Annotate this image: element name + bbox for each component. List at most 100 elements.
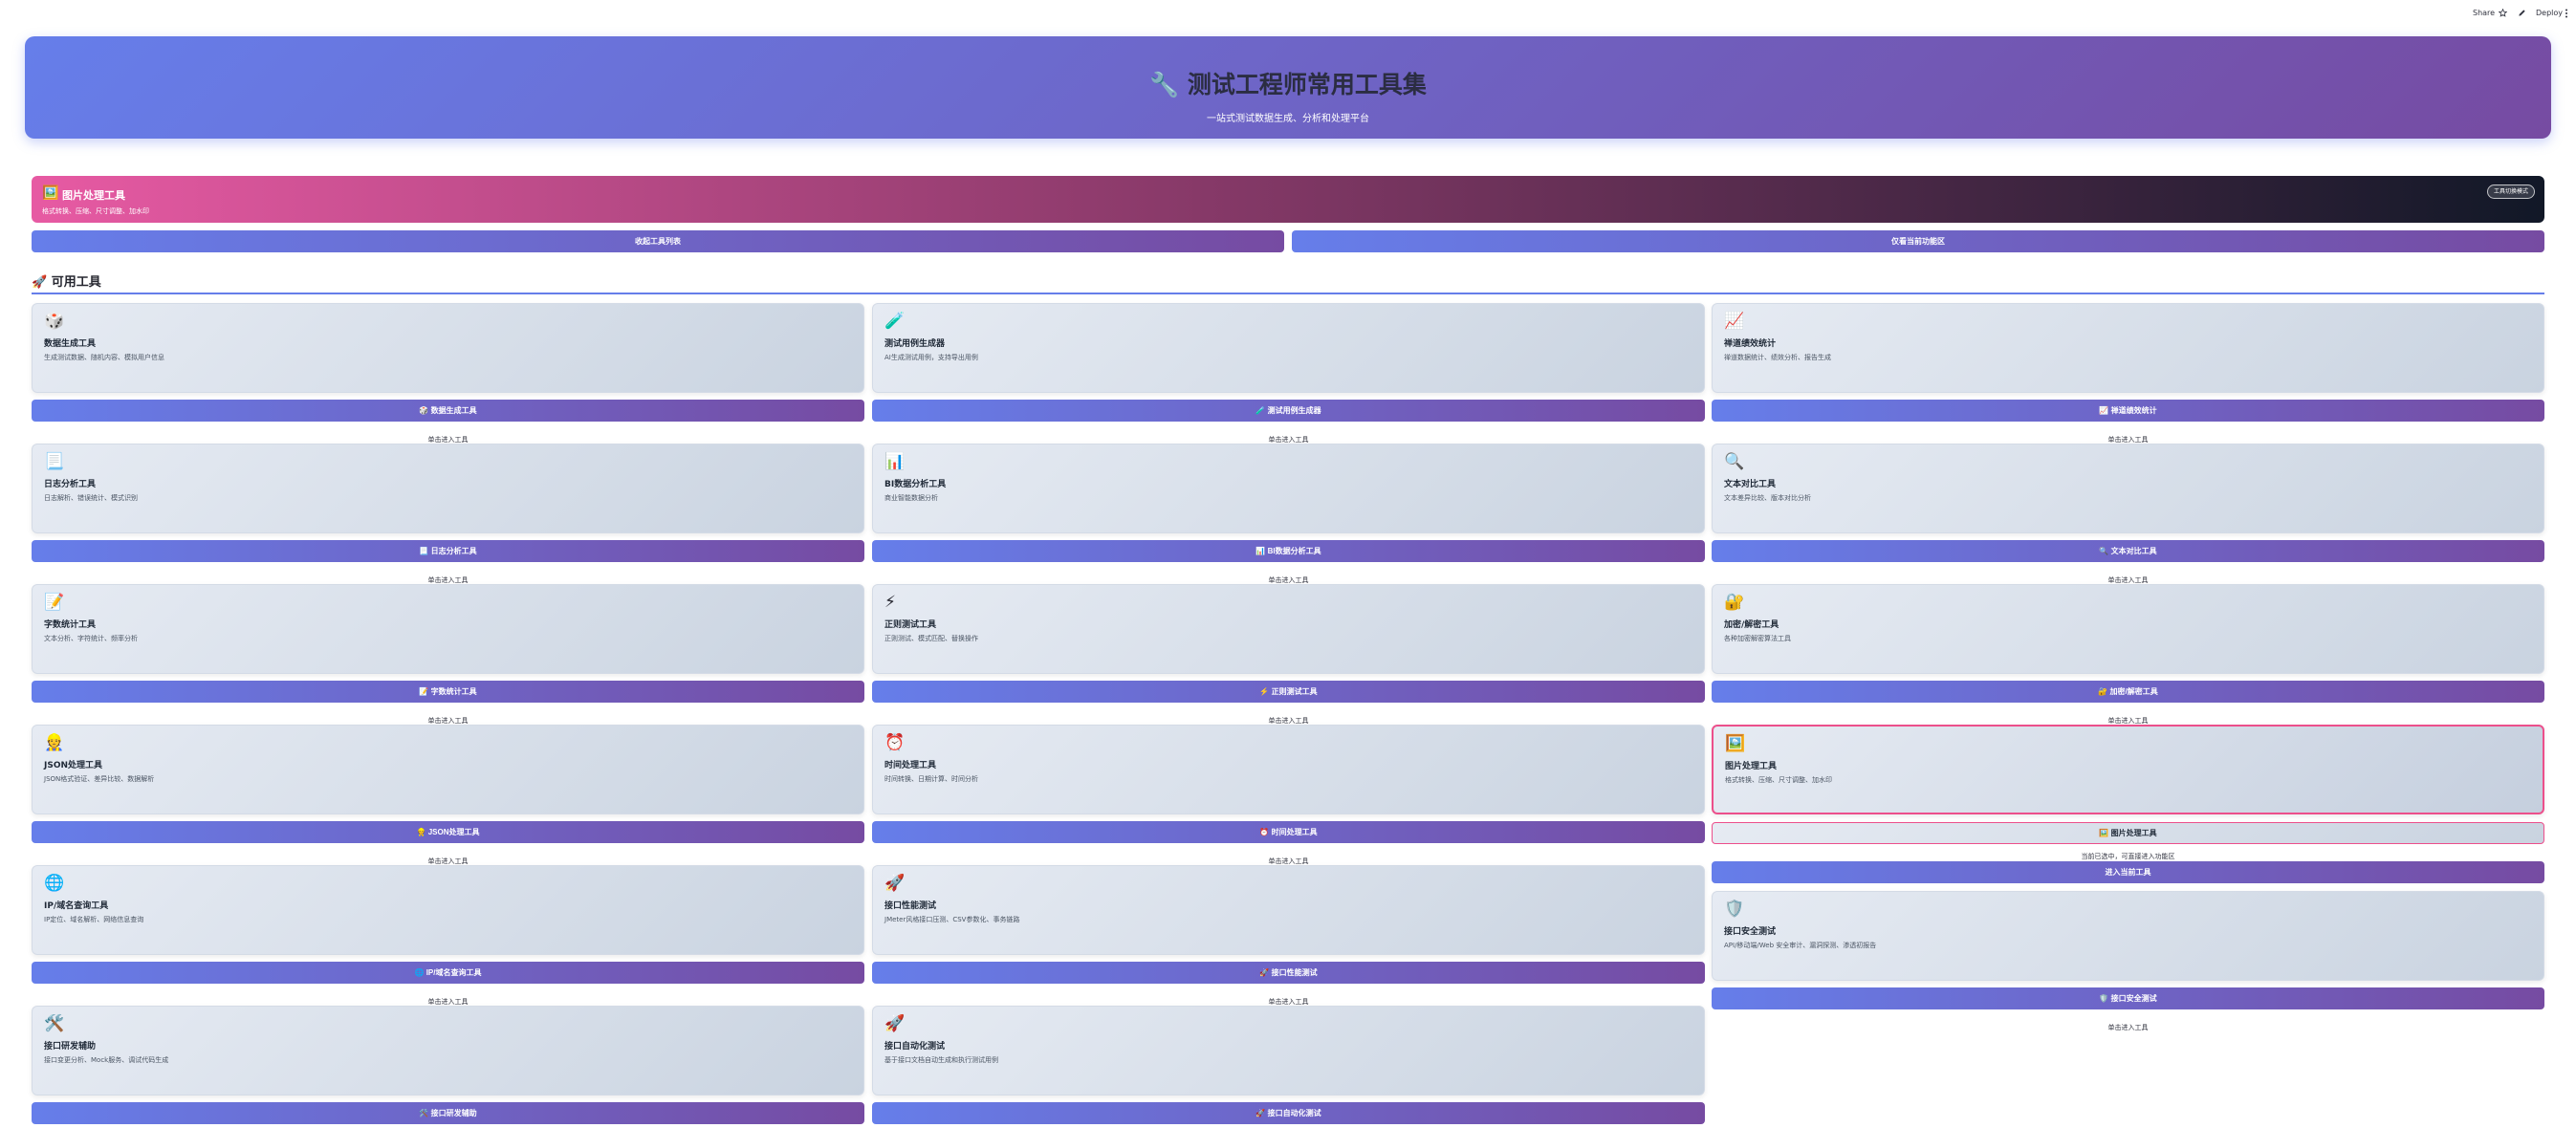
open-log-analyzer-button[interactable]: 📃 日志分析工具: [32, 540, 864, 562]
lock-icon: 🔐: [1724, 593, 1745, 612]
tool-name: 接口安全测试: [1724, 927, 1777, 937]
active-tool-banner: 🖼️ 图片处理工具 格式转换、压缩、尺寸调整、加水印 工具切换模式: [32, 176, 2544, 223]
open-testcase-generator-button[interactable]: 🧪 测试用例生成器: [872, 400, 1705, 422]
open-api-performance-button[interactable]: 🚀 接口性能测试: [872, 962, 1705, 984]
tool-description: 商业智能数据分析: [884, 494, 938, 502]
tool-description: 接口变更分析、Mock服务、调试代码生成: [44, 1056, 169, 1064]
tool-name: 测试用例生成器: [884, 339, 946, 349]
tool-name: 图片处理工具: [1725, 762, 1778, 771]
tool-name: 接口自动化测试: [884, 1042, 946, 1052]
chart-increasing-icon: 📈: [1724, 312, 1745, 331]
share-button[interactable]: Share: [2473, 9, 2495, 17]
page-title: 🔧 测试工程师常用工具集: [1149, 71, 1427, 98]
edit-icon[interactable]: [2518, 9, 2526, 17]
rocket-icon: 🚀: [884, 1014, 906, 1033]
star-icon[interactable]: [2499, 9, 2507, 17]
tool-name: 加密/解密工具: [1724, 620, 1779, 630]
tool-card-zentao-stats[interactable]: 📈 禅道绩效统计 禅道数据统计、绩效分析、报告生成: [1712, 303, 2544, 393]
active-tool-name: 图片处理工具: [62, 189, 125, 202]
open-api-automation-button[interactable]: 🚀 接口自动化测试: [872, 1102, 1705, 1124]
open-ip-domain-button[interactable]: 🌐 IP/域名查询工具: [32, 962, 864, 984]
open-image-button-selected[interactable]: 🖼️ 图片处理工具: [1712, 822, 2544, 844]
main-menu-icon[interactable]: [2565, 9, 2568, 18]
tool-card-json[interactable]: 👷 JSON处理工具 JSON格式验证、差异比较、数据解析: [32, 725, 864, 814]
memo-icon: 📝: [44, 593, 65, 612]
open-word-count-button[interactable]: 📝 字数统计工具: [32, 681, 864, 703]
only-active-area-button[interactable]: 仅看当前功能区: [1292, 230, 2544, 252]
tool-description: JSON格式验证、差异比较、数据解析: [44, 775, 155, 783]
tool-description: API/移动端/Web 安全审计、漏洞探测、渗透初报告: [1724, 942, 1877, 949]
worker-icon: 👷: [44, 733, 65, 752]
rocket-icon: 🚀: [884, 874, 906, 893]
tool-card-word-count[interactable]: 📝 字数统计工具 文本分析、字符统计、频率分析: [32, 584, 864, 674]
lightning-icon: ⚡: [884, 593, 896, 612]
tool-card-log-analyzer[interactable]: 📃 日志分析工具 日志解析、错误统计、模式识别: [32, 444, 864, 533]
tool-card-api-security[interactable]: 🛡️ 接口安全测试 API/移动端/Web 安全审计、漏洞探测、渗透初报告: [1712, 891, 2544, 981]
tool-card-testcase-generator[interactable]: 🧪 测试用例生成器 AI生成测试用例，支持导出用例: [872, 303, 1705, 393]
tool-card-bi-analysis[interactable]: 📊 BI数据分析工具 商业智能数据分析: [872, 444, 1705, 533]
tool-description: 正则测试、模式匹配、替换操作: [884, 635, 978, 642]
collapse-tools-button[interactable]: 收起工具列表: [32, 230, 1284, 252]
deploy-button[interactable]: Deploy: [2536, 9, 2563, 17]
tool-name: 禅道绩效统计: [1724, 339, 1777, 349]
tool-name: 时间处理工具: [884, 761, 937, 770]
tool-name: 数据生成工具: [44, 339, 97, 349]
open-bi-analysis-button[interactable]: 📊 BI数据分析工具: [872, 540, 1705, 562]
rocket-icon: 🚀: [32, 275, 48, 290]
open-json-button[interactable]: 👷 JSON处理工具: [32, 821, 864, 843]
tool-card-data-generator[interactable]: 🎲 数据生成工具 生成测试数据、随机内容、模拟用户信息: [32, 303, 864, 393]
tool-description: 日志解析、错误统计、模式识别: [44, 494, 138, 502]
tool-name: 接口研发辅助: [44, 1042, 97, 1052]
image-icon: 🖼️: [42, 185, 59, 201]
tool-description: 基于接口文档自动生成和执行测试用例: [884, 1056, 998, 1064]
tool-card-regex[interactable]: ⚡ 正则测试工具 正则测试、模式匹配、替换操作: [872, 584, 1705, 674]
page-subtitle: 一站式测试数据生成、分析和处理平台: [1207, 114, 1369, 124]
magnifier-icon: 🔍: [1724, 452, 1745, 471]
open-regex-button[interactable]: ⚡ 正则测试工具: [872, 681, 1705, 703]
tool-description: 格式转换、压缩、尺寸调整、加水印: [1725, 776, 1832, 784]
tool-name: 日志分析工具: [44, 480, 97, 489]
tool-description: JMeter风格接口压测、CSV参数化、事务链路: [884, 916, 1020, 923]
tool-description: 时间转换、日期计算、时间分析: [884, 775, 978, 783]
tools-icon: 🛠️: [44, 1014, 65, 1033]
open-time-button[interactable]: ⏰ 时间处理工具: [872, 821, 1705, 843]
mode-badge: 工具切换模式: [2486, 184, 2535, 199]
hero-banner: 🔧 测试工程师常用工具集 一站式测试数据生成、分析和处理平台: [25, 36, 2551, 139]
tool-description: 文本分析、字符统计、频率分析: [44, 635, 138, 642]
tool-name: JSON处理工具: [44, 761, 103, 770]
open-text-diff-button[interactable]: 🔍 文本对比工具: [1712, 540, 2544, 562]
alarm-clock-icon: ⏰: [884, 733, 906, 752]
tool-name: 字数统计工具: [44, 620, 97, 630]
tool-description: AI生成测试用例，支持导出用例: [884, 354, 978, 361]
bar-chart-icon: 📊: [884, 452, 906, 471]
tool-name: 正则测试工具: [884, 620, 937, 630]
tool-card-api-automation[interactable]: 🚀 接口自动化测试 基于接口文档自动生成和执行测试用例: [872, 1006, 1705, 1095]
tool-card-crypto[interactable]: 🔐 加密/解密工具 各种加密解密算法工具: [1712, 584, 2544, 674]
globe-icon: 🌐: [44, 874, 65, 893]
tool-name: 接口性能测试: [884, 901, 937, 911]
dice-icon: 🎲: [44, 312, 65, 331]
open-zentao-stats-button[interactable]: 📈 禅道绩效统计: [1712, 400, 2544, 422]
open-api-dev-assist-button[interactable]: 🛠️ 接口研发辅助: [32, 1102, 864, 1124]
tool-description: IP定位、域名解析、网络信息查询: [44, 916, 144, 923]
active-tool-description: 格式转换、压缩、尺寸调整、加水印: [42, 207, 149, 215]
tool-card-ip-domain[interactable]: 🌐 IP/域名查询工具 IP定位、域名解析、网络信息查询: [32, 865, 864, 955]
open-api-security-button[interactable]: 🛡️ 接口安全测试: [1712, 987, 2544, 1009]
tool-hint: 单击进入工具: [2107, 1024, 2149, 1031]
tool-card-text-diff[interactable]: 🔍 文本对比工具 文本差异比较、版本对比分析: [1712, 444, 2544, 533]
tool-card-image-selected[interactable]: 🖼️ 图片处理工具 格式转换、压缩、尺寸调整、加水印: [1712, 725, 2544, 814]
tool-name: 文本对比工具: [1724, 480, 1777, 489]
open-data-generator-button[interactable]: 🎲 数据生成工具: [32, 400, 864, 422]
app-toolbar: Share Deploy: [0, 0, 2576, 27]
wrench-icon: 🔧: [1149, 71, 1180, 98]
tool-card-time[interactable]: ⏰ 时间处理工具 时间转换、日期计算、时间分析: [872, 725, 1705, 814]
selected-hint: 当前已选中，可直接进入功能区: [2081, 853, 2175, 860]
tool-name: BI数据分析工具: [884, 480, 947, 489]
tool-description: 生成测试数据、随机内容、模拟用户信息: [44, 354, 164, 361]
tool-description: 禅道数据统计、绩效分析、报告生成: [1724, 354, 1831, 361]
open-crypto-button[interactable]: 🔐 加密/解密工具: [1712, 681, 2544, 703]
tool-name: IP/域名查询工具: [44, 901, 109, 911]
enter-current-tool-button[interactable]: 进入当前工具: [1712, 861, 2544, 883]
tool-card-api-performance[interactable]: 🚀 接口性能测试 JMeter风格接口压测、CSV参数化、事务链路: [872, 865, 1705, 955]
tool-card-api-dev-assist[interactable]: 🛠️ 接口研发辅助 接口变更分析、Mock服务、调试代码生成: [32, 1006, 864, 1095]
